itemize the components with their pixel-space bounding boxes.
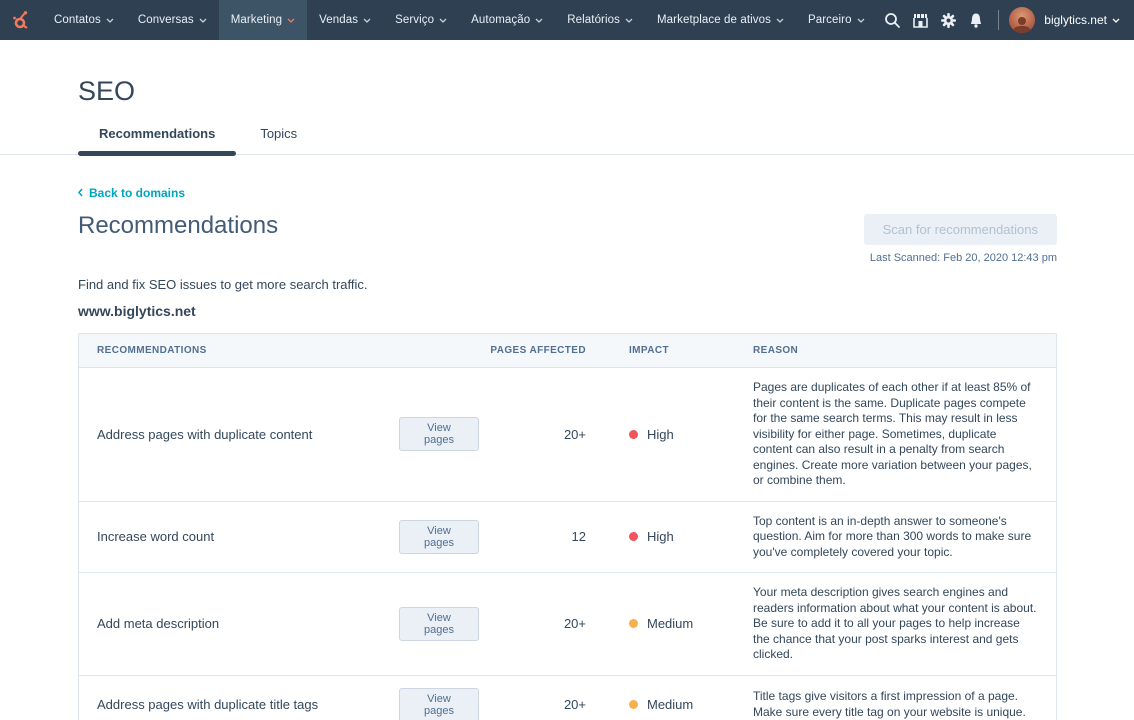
nav-item-automacao[interactable]: Automação [459,0,555,40]
chevron-down-icon [106,18,114,23]
pages-affected-value: 20+ [479,697,629,712]
nav-item-marketplace[interactable]: Marketplace de ativos [645,0,796,40]
hubspot-logo-icon[interactable] [0,0,42,40]
nav-item-relatorios[interactable]: Relatórios [555,0,645,40]
nav-item-label: Marketplace de ativos [657,14,771,26]
table-row: Address pages with duplicate title tags … [79,676,1056,720]
search-icon[interactable] [878,0,906,40]
recommendation-name: Address pages with duplicate content [79,427,399,442]
column-header-reason: REASON [753,345,1056,356]
nav-item-label: Parceiro [808,14,852,26]
nav-item-label: Conversas [138,14,194,26]
impact-cell: High [629,529,753,544]
view-pages-button[interactable]: View pages [399,607,479,641]
nav-divider [998,10,999,30]
pages-affected-value: 20+ [479,616,629,631]
nav-item-contatos[interactable]: Contatos [42,0,126,40]
reason-text: Pages are duplicates of each other if at… [753,368,1056,501]
chevron-left-icon [78,188,83,197]
impact-cell: Medium [629,697,753,712]
impact-dot-icon [629,700,638,709]
recommendation-name: Increase word count [79,529,399,544]
nav-item-label: Contatos [54,14,101,26]
view-pages-button[interactable]: View pages [399,417,479,451]
back-to-domains-link[interactable]: Back to domains [78,186,185,200]
nav-item-parceiro[interactable]: Parceiro [796,0,877,40]
chevron-down-icon [287,18,295,23]
chevron-down-icon [857,18,865,23]
impact-label: High [647,427,674,442]
nav-item-label: Marketing [231,14,282,26]
chevron-down-icon [535,18,543,23]
impact-dot-icon [629,619,638,628]
active-tab-underline [78,151,236,156]
chevron-down-icon [625,18,633,23]
recommendation-name: Add meta description [79,616,399,631]
pages-affected-value: 12 [479,529,629,544]
nav-item-vendas[interactable]: Vendas [307,0,383,40]
scan-area: Scan for recommendations Last Scanned: F… [864,214,1057,264]
recommendation-name: Address pages with duplicate title tags [79,697,399,712]
page-subtitle: Find and fix SEO issues to get more sear… [78,277,1057,292]
chevron-down-icon [439,18,447,23]
account-name: biglytics.net [1044,13,1107,27]
chevron-down-icon [363,18,371,23]
chevron-down-icon [776,18,784,23]
table-row: Add meta description View pages 20+ Medi… [79,573,1056,676]
reason-text: Title tags give visitors a first impress… [753,677,1056,720]
page-head: SEO [0,40,1134,107]
domain-name: www.biglytics.net [78,303,1057,319]
reason-text: Top content is an in-depth answer to som… [753,502,1056,573]
view-pages-button[interactable]: View pages [399,520,479,554]
nav-menu: Contatos Conversas Marketing Vendas Serv… [42,0,877,40]
recommendations-table: RECOMMENDATIONS PAGES AFFECTED IMPACT RE… [78,333,1057,720]
chevron-down-icon [1112,18,1120,23]
column-header-pages-affected: PAGES AFFECTED [479,345,629,356]
table-row: Address pages with duplicate content Vie… [79,368,1056,502]
pages-affected-value: 20+ [479,427,629,442]
impact-label: Medium [647,616,693,631]
tab-label: Topics [260,126,297,141]
tab-bar: Recommendations Topics [0,126,1134,155]
scan-for-recommendations-button[interactable]: Scan for recommendations [864,214,1057,245]
tab-label: Recommendations [99,126,215,141]
heading-row: Recommendations Scan for recommendations… [78,212,1057,264]
last-scanned-text: Last Scanned: Feb 20, 2020 12:43 pm [864,252,1057,264]
impact-label: Medium [647,697,693,712]
impact-label: High [647,529,674,544]
table-header-row: RECOMMENDATIONS PAGES AFFECTED IMPACT RE… [79,334,1056,368]
settings-gear-icon[interactable] [934,0,962,40]
column-header-recommendations: RECOMMENDATIONS [79,345,399,356]
chevron-down-icon [199,18,207,23]
nav-item-label: Serviço [395,14,434,26]
table-row: Increase word count View pages 12 High T… [79,502,1056,574]
tab-recommendations[interactable]: Recommendations [78,126,236,154]
nav-item-servico[interactable]: Serviço [383,0,459,40]
reason-text: Your meta description gives search engin… [753,573,1056,675]
nav-item-marketing[interactable]: Marketing [219,0,307,40]
section-heading: Recommendations [78,212,278,240]
user-avatar[interactable] [1009,7,1035,33]
impact-dot-icon [629,532,638,541]
nav-right-tools: biglytics.net [878,0,1134,40]
nav-item-label: Automação [471,14,530,26]
back-link-label: Back to domains [89,186,185,200]
column-header-impact: IMPACT [629,345,753,356]
impact-dot-icon [629,430,638,439]
view-pages-button[interactable]: View pages [399,688,479,720]
top-navigation: Contatos Conversas Marketing Vendas Serv… [0,0,1134,40]
nav-item-conversas[interactable]: Conversas [126,0,219,40]
nav-item-label: Relatórios [567,14,620,26]
impact-cell: High [629,427,753,442]
tab-topics[interactable]: Topics [239,126,318,154]
main-content: Back to domains Recommendations Scan for… [78,155,1057,720]
page-title: SEO [78,76,1134,107]
impact-cell: Medium [629,616,753,631]
marketplace-icon[interactable] [906,0,934,40]
account-menu[interactable]: biglytics.net [1044,13,1120,27]
nav-item-label: Vendas [319,14,358,26]
notifications-bell-icon[interactable] [962,0,990,40]
